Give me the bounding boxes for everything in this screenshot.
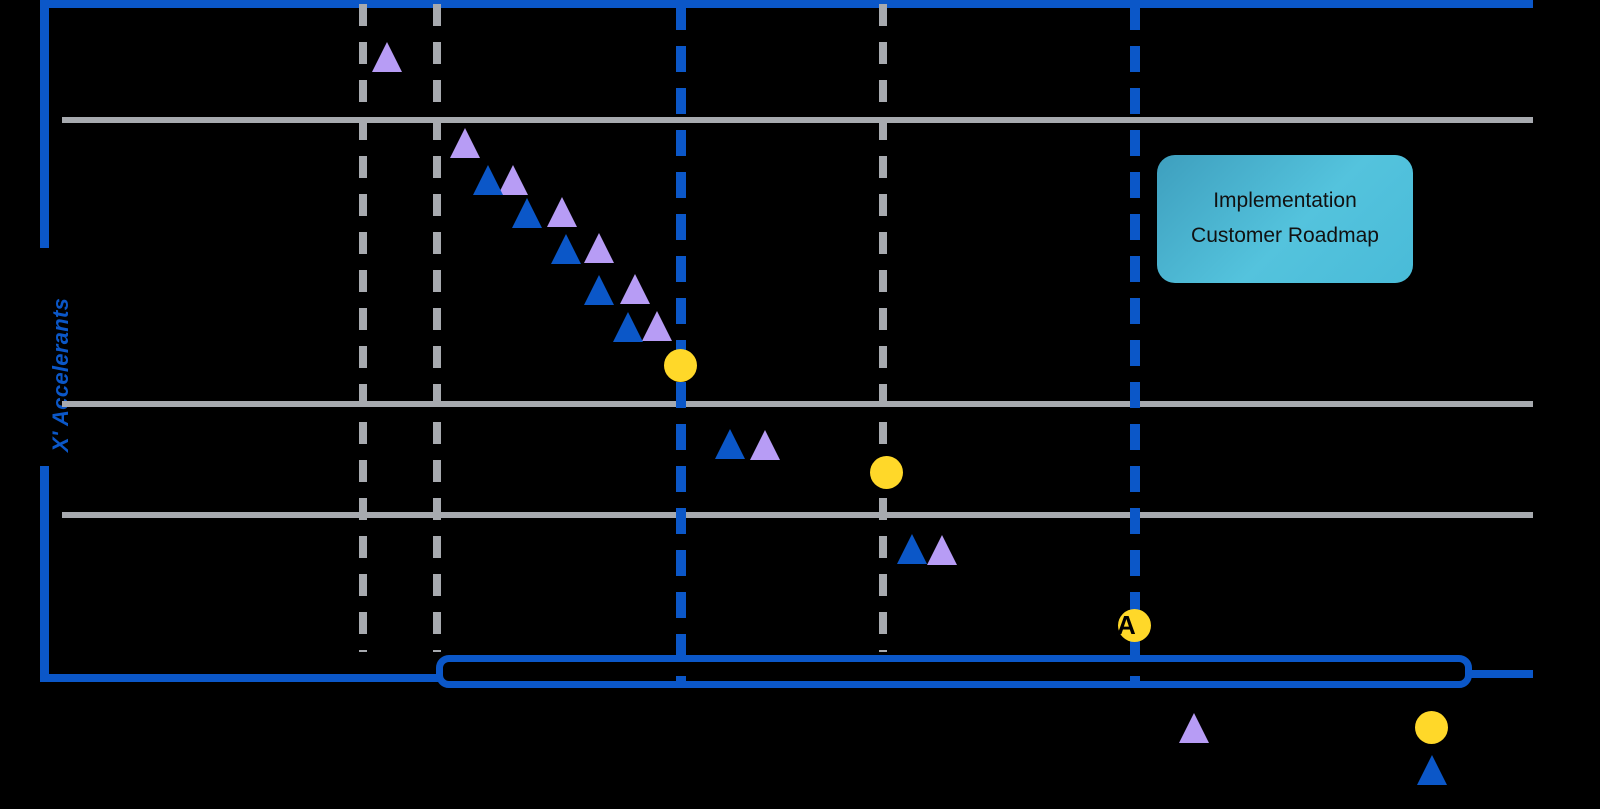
milestone-marker-circle: [870, 456, 903, 489]
data-marker-triangle: [551, 234, 581, 264]
data-marker-triangle: [750, 430, 780, 460]
axis-x-line-right: [1466, 670, 1533, 678]
data-marker-triangle: [715, 429, 745, 459]
data-marker-triangle: [642, 311, 672, 341]
data-marker-triangle: [450, 128, 480, 158]
data-marker-triangle: [584, 233, 614, 263]
y-axis-label: X' Accelerants: [48, 297, 73, 452]
gridline-vertical-dashed: [879, 4, 887, 652]
callout-line-2: Customer Roadmap: [1191, 224, 1379, 247]
data-marker-triangle: [372, 42, 402, 72]
gridline-horizontal: [62, 512, 1533, 518]
legend-triangle-icon: [1179, 713, 1209, 743]
gridline-vertical-dashed: [359, 4, 367, 652]
chart-root: X' Accelerants A Implementation Customer…: [0, 0, 1600, 809]
axis-y-line-lower: [40, 466, 49, 682]
data-marker-triangle: [897, 534, 927, 564]
data-marker-triangle: [620, 274, 650, 304]
data-marker-triangle: [473, 165, 503, 195]
data-marker-triangle: [547, 197, 577, 227]
legend-triangle-icon: [1417, 755, 1447, 785]
gridline-horizontal: [62, 401, 1533, 407]
data-marker-triangle: [512, 198, 542, 228]
milestone-overlay-glyph: A: [1117, 610, 1136, 640]
axis-y-line-upper: [40, 0, 49, 248]
callout-line-1: Implementation: [1213, 189, 1357, 213]
legend-circle-icon: [1415, 711, 1448, 744]
gridline-vertical-dashed-milestone: [1130, 4, 1140, 684]
callout-implementation-roadmap: Implementation Customer Roadmap: [1157, 155, 1413, 283]
axis-top-line: [40, 0, 1533, 8]
gridline-vertical-dashed-milestone: [676, 4, 686, 684]
data-marker-triangle: [584, 275, 614, 305]
milestone-marker-circle: [664, 349, 697, 382]
gridline-vertical-dashed: [433, 4, 441, 652]
axis-x-line-left: [40, 674, 440, 682]
data-marker-triangle: [613, 312, 643, 342]
gridline-horizontal: [62, 117, 1533, 123]
data-marker-triangle: [927, 535, 957, 565]
phase-bar: [436, 655, 1472, 688]
